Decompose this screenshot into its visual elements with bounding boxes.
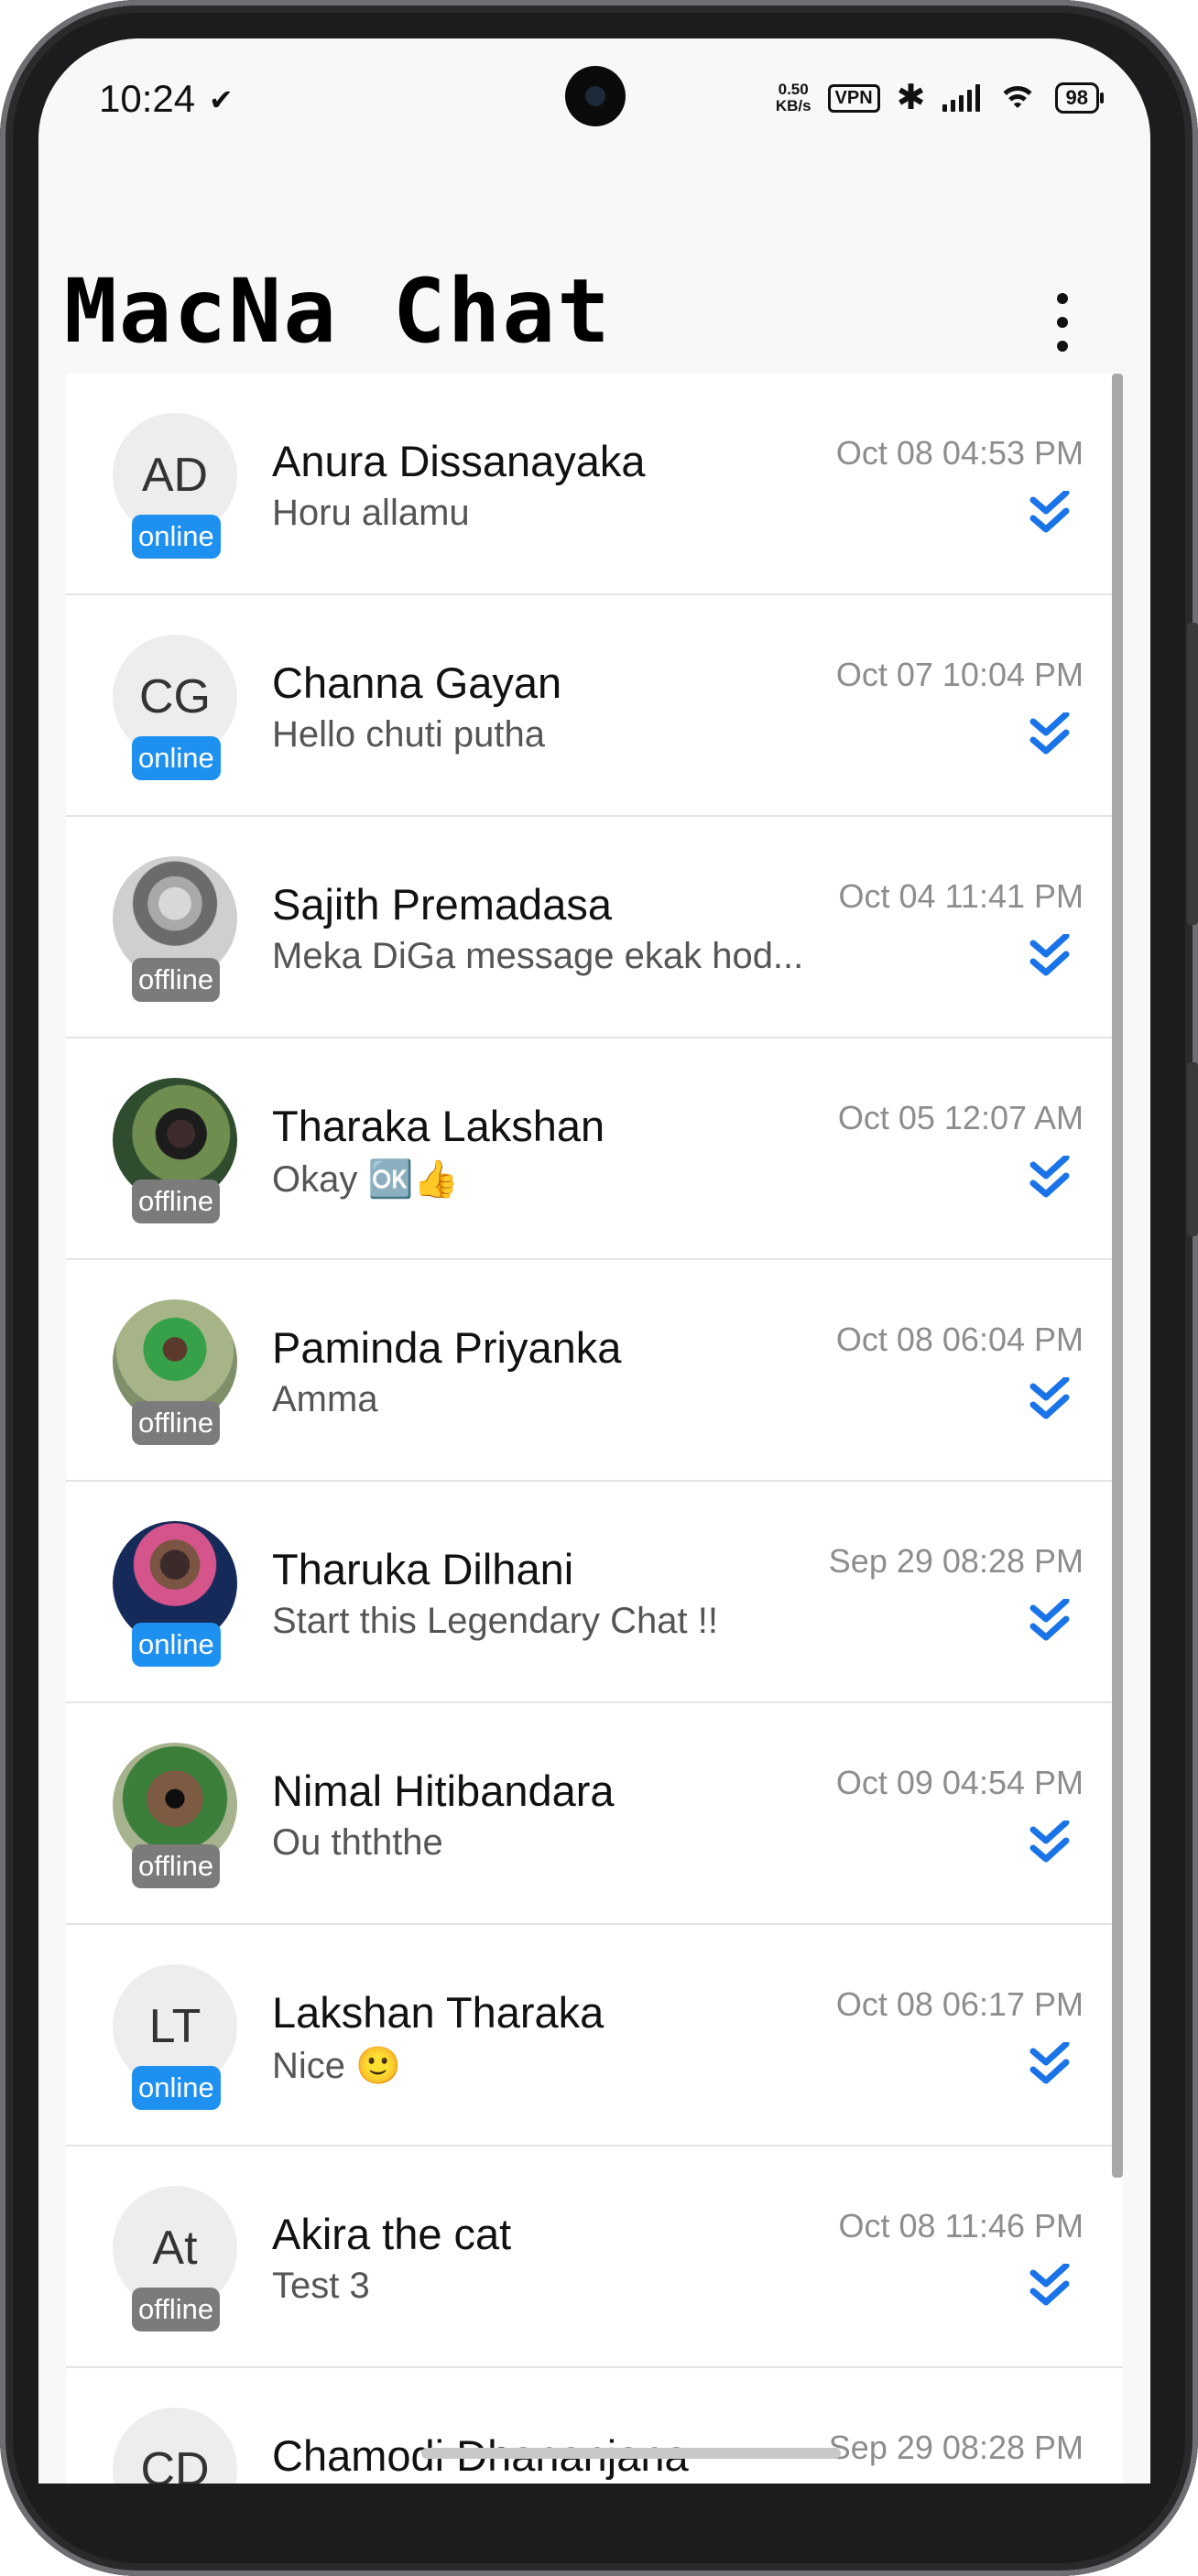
status-badge: offline (132, 2288, 221, 2331)
avatar-wrap: offline (113, 1299, 237, 1446)
last-message-preview: Ou thththe (272, 1822, 443, 1863)
status-badge: offline (132, 1401, 221, 1445)
last-message-preview: Okay 🆗👍 (272, 1159, 460, 1200)
last-message-preview: Meka DiGa message ekak hod... (272, 936, 804, 976)
status-badge: online (132, 515, 221, 559)
bluetooth-icon: ✱ (896, 79, 926, 117)
last-message-preview: Hello chuti putha (272, 714, 545, 755)
last-message-preview: Test 3 (272, 2266, 370, 2306)
double-check-icon (1029, 2042, 1070, 2084)
double-check-icon (1029, 1599, 1070, 1641)
last-message-preview: Horu allamu (272, 493, 470, 533)
message-timestamp: Oct 07 10:04 PM (835, 656, 1084, 693)
volume-button (1187, 623, 1198, 925)
network-speed-unit: KB/s (775, 97, 811, 114)
avatar-initials: CG (139, 670, 211, 723)
status-badge: offline (132, 1179, 221, 1223)
avatar-wrap: offline (113, 856, 237, 1003)
chat-list-item[interactable]: AD online Anura Dissanayaka Horu allamu … (66, 374, 1123, 595)
network-speed: 0.50 KB/s (776, 82, 811, 114)
more-options-icon[interactable] (1044, 286, 1081, 359)
message-timestamp: Oct 08 04:53 PM (835, 434, 1084, 472)
status-badge: offline (132, 958, 221, 1002)
chat-list-item[interactable]: At offline Akira the cat Test 3 Oct 08 1… (66, 2147, 1123, 2368)
camera-cutout (565, 66, 626, 126)
avatar-initials: CD (140, 2443, 210, 2484)
avatar[interactable]: CD (113, 2408, 237, 2484)
wifi-icon (997, 82, 1039, 114)
battery-icon: 98 (1054, 82, 1105, 114)
last-message-preview: Amma (272, 1379, 378, 1419)
double-check-icon (1029, 1156, 1070, 1198)
double-check-icon (1029, 2264, 1070, 2306)
contact-name: Paminda Priyanka (272, 1323, 622, 1372)
screen: 10:24 ✔ 0.50 KB/s VPN ✱ 98 MacNa Chat AD… (38, 38, 1150, 2484)
avatar-wrap: offline (113, 1743, 237, 1889)
power-button (1187, 1062, 1198, 1236)
message-timestamp: Oct 08 06:04 PM (835, 1321, 1084, 1358)
status-time: 10:24 (99, 77, 196, 120)
contact-name: Anura Dissanayaka (272, 437, 646, 485)
message-timestamp: Oct 04 11:41 PM (838, 877, 1084, 915)
network-speed-value: 0.50 (778, 81, 809, 98)
contact-name: Sajith Premadasa (272, 880, 612, 929)
home-indicator[interactable] (421, 2448, 841, 2459)
signal-icon (942, 84, 980, 112)
avatar-wrap: offline (113, 1078, 237, 1224)
chat-list-item[interactable]: offline Tharaka Lakshan Okay 🆗👍 Oct 05 1… (66, 1038, 1123, 1260)
contact-name: Channa Gayan (272, 658, 562, 707)
scrollbar[interactable] (1112, 374, 1123, 2178)
chat-list-item[interactable]: offline Paminda Priyanka Amma Oct 08 06:… (66, 1260, 1123, 1482)
status-badge: online (132, 2066, 221, 2110)
app-title: MacNa Chat (64, 260, 612, 363)
chat-list-item[interactable]: offline Nimal Hitibandara Ou thththe Oct… (66, 1703, 1123, 1925)
avatar-wrap: CD (113, 2408, 237, 2484)
message-timestamp: Oct 09 04:54 PM (835, 1764, 1084, 1801)
message-timestamp: Oct 08 06:17 PM (835, 1985, 1084, 2023)
double-check-icon (1029, 1377, 1070, 1419)
chat-list-item[interactable]: offline Sajith Premadasa Meka DiGa messa… (66, 817, 1123, 1038)
status-bar: 10:24 ✔ 0.50 KB/s VPN ✱ 98 (38, 38, 1150, 176)
contact-name: Lakshan Tharaka (272, 1988, 604, 2037)
avatar-wrap: At offline (113, 2186, 237, 2332)
last-message-preview: Start this Legendary Chat !! (272, 1601, 718, 1641)
chat-list-item[interactable]: CD Chamodi Dhananjana Sep 29 08:28 PM (66, 2368, 1123, 2484)
contact-name: Tharaka Lakshan (272, 1102, 605, 1150)
contact-name: Nimal Hitibandara (272, 1766, 615, 1815)
avatar-wrap: LT online (113, 1964, 237, 2111)
status-badge: online (132, 1623, 221, 1667)
chat-list-item[interactable]: online Tharuka Dilhani Start this Legend… (66, 1482, 1123, 1703)
notification-icon: ✔ (209, 83, 234, 116)
double-check-icon (1029, 934, 1070, 976)
double-check-icon (1029, 712, 1070, 755)
last-message-preview: Nice 🙂 (272, 2046, 401, 2086)
message-timestamp: Sep 29 08:28 PM (828, 1542, 1084, 1580)
message-timestamp: Oct 08 11:46 PM (838, 2207, 1084, 2244)
status-badge: online (132, 736, 221, 780)
avatar-initials: LT (148, 2000, 201, 2053)
double-check-icon (1029, 1821, 1070, 1863)
chat-list[interactable]: AD online Anura Dissanayaka Horu allamu … (66, 374, 1123, 2484)
contact-name: Akira the cat (272, 2210, 512, 2258)
avatar-initials: At (152, 2222, 198, 2275)
status-icons: 0.50 KB/s VPN ✱ 98 (776, 79, 1105, 117)
message-timestamp: Oct 05 12:07 AM (837, 1099, 1084, 1136)
vpn-icon: VPN (827, 83, 880, 113)
avatar-wrap: AD online (113, 413, 237, 560)
status-badge: offline (132, 1844, 221, 1888)
double-check-icon (1029, 491, 1070, 533)
chat-list-item[interactable]: CG online Channa Gayan Hello chuti putha… (66, 595, 1123, 817)
avatar-wrap: CG online (113, 635, 237, 781)
app-header: MacNa Chat (38, 176, 1150, 374)
message-timestamp: Sep 29 08:28 PM (828, 2429, 1084, 2466)
avatar-initials: AD (141, 449, 209, 502)
chat-list-item[interactable]: LT online Lakshan Tharaka Nice 🙂 Oct 08 … (66, 1925, 1123, 2147)
avatar-wrap: online (113, 1521, 237, 1668)
bottom-bezel (0, 2484, 1198, 2576)
contact-name: Tharuka Dilhani (272, 1545, 574, 1593)
